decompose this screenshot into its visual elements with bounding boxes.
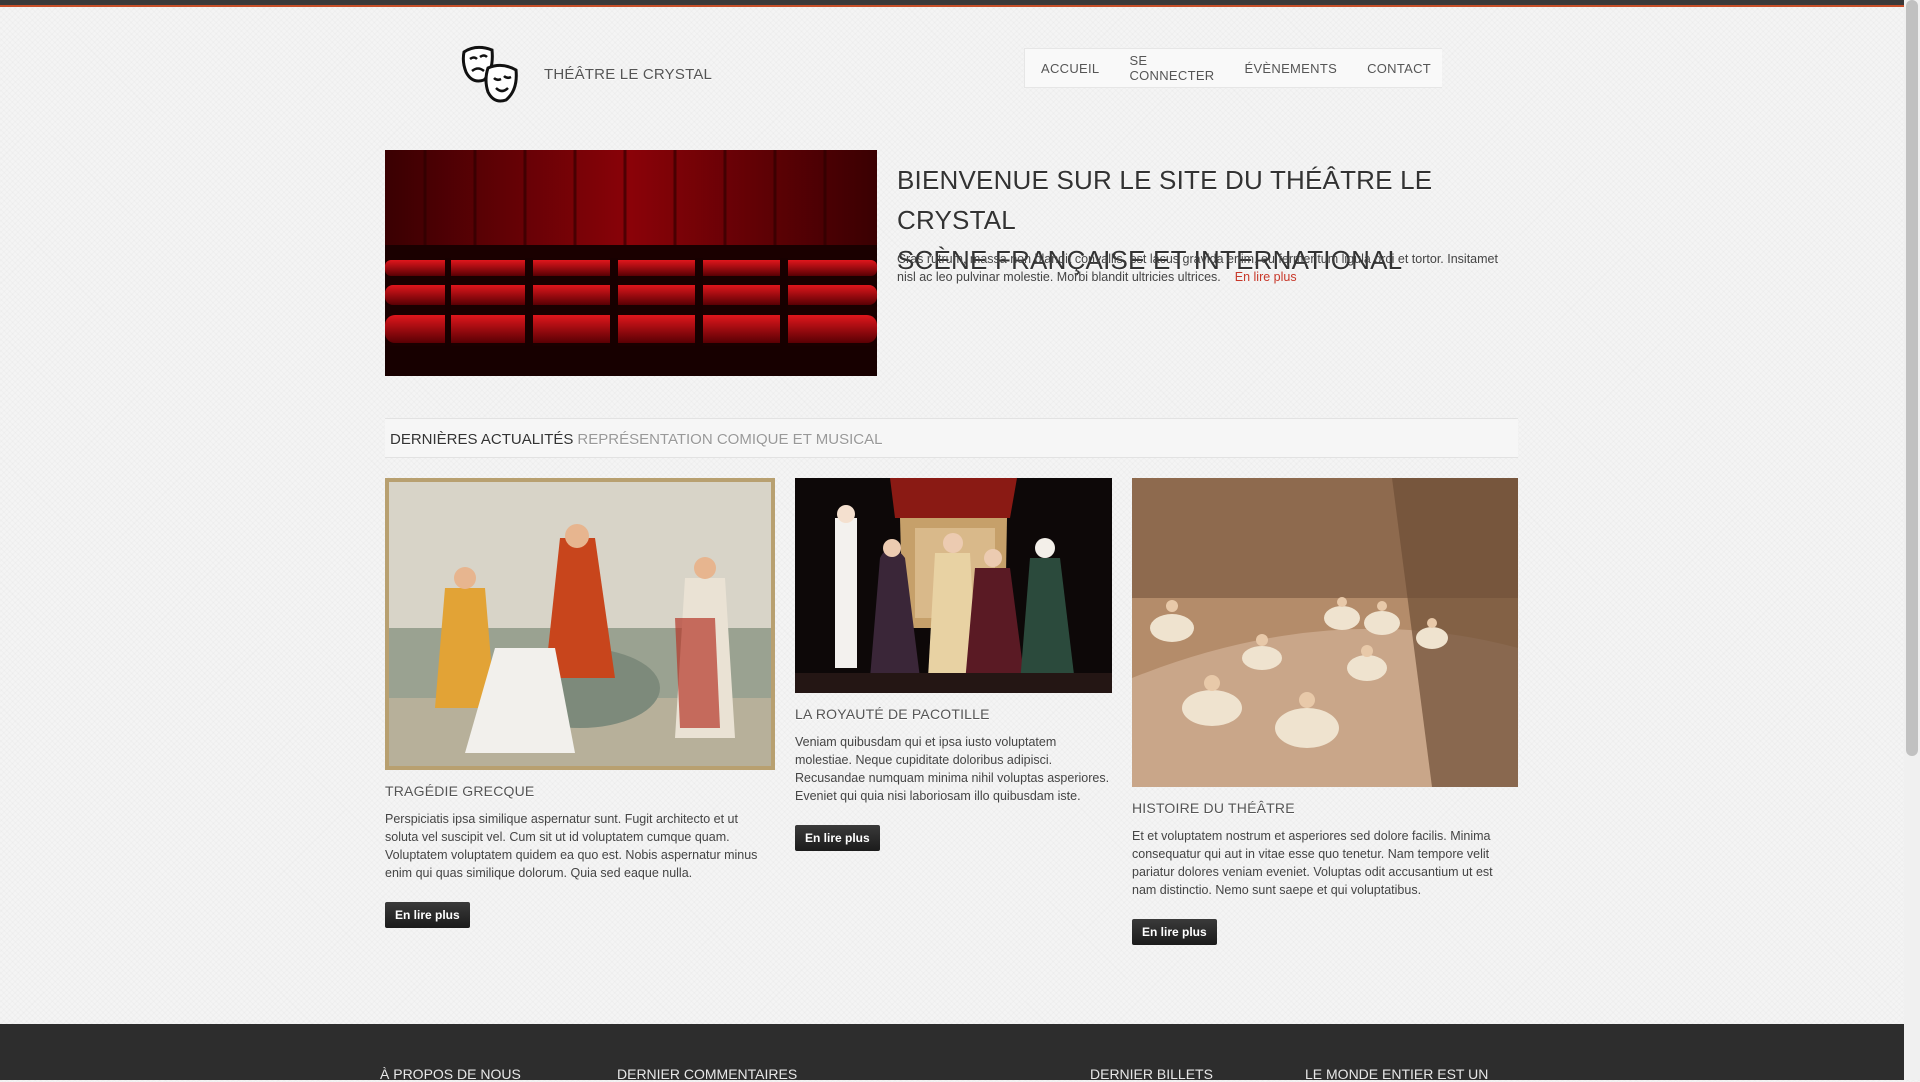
hero-text: Cras rutrum, massa non blandit convallis… <box>897 252 1498 284</box>
card-text-royaute-pacotille: Veniam quibusdam qui et ipsa iusto volup… <box>795 735 1110 803</box>
nav-item-accueil[interactable]: ACCUEIL <box>1041 61 1099 76</box>
nav-item-se-connecter[interactable]: SE CONNECTER <box>1129 53 1214 83</box>
section-heading-bar: DERNIÈRES ACTUALITÉS REPRÉSENTATION COMIQ… <box>385 418 1518 458</box>
site-name[interactable]: THÉÂTRE LE CRYSTAL <box>544 66 712 83</box>
card-text-histoire-theatre: Et et voluptatem nostrum et asperiores s… <box>1132 829 1493 897</box>
section-subtitle: REPRÉSENTATION COMIQUE ET MUSICAL <box>577 431 883 448</box>
card-title-histoire-theatre[interactable]: HISTOIRE DU THÉÂTRE <box>1132 800 1295 816</box>
card-image-royaute-pacotille[interactable] <box>795 478 1112 693</box>
card-read-more-button-1[interactable]: En lire plus <box>385 902 470 928</box>
nav-item-evenements[interactable]: ÉVÈNEMENTS <box>1244 61 1337 76</box>
theatre-masks-logo-icon[interactable] <box>458 44 530 112</box>
card-title-tragedie-grecque[interactable]: TRAGÉDIE GRECQUE <box>385 783 534 799</box>
card-image-greek-tragedy[interactable] <box>385 478 775 770</box>
nav-item-contact[interactable]: CONTACT <box>1367 61 1431 76</box>
footer: À PROPOS DE NOUS DERNIER COMMENTAIRES DE… <box>0 1024 1904 1082</box>
page: THÉÂTRE LE CRYSTAL ACCUEIL SE CONNECTER … <box>0 0 1904 1082</box>
card-read-more-button-3[interactable]: En lire plus <box>1132 919 1217 945</box>
hero-read-more-link[interactable]: En lire plus <box>1235 270 1297 284</box>
hero-image-theatre-seats <box>385 150 877 376</box>
hero-title-line-1: BIENVENUE SUR LE SITE DU THÉÂTRE LE CRYS… <box>897 165 1433 235</box>
card-image-histoire-theatre[interactable] <box>1132 478 1518 787</box>
section-heading: DERNIÈRES ACTUALITÉS REPRÉSENTATION COMIQ… <box>390 431 882 448</box>
top-accent-bar <box>0 0 1904 7</box>
card-read-more-button-2[interactable]: En lire plus <box>795 825 880 851</box>
main-nav: ACCUEIL SE CONNECTER ÉVÈNEMENTS CONTACT <box>1024 48 1442 88</box>
scrollbar-thumb[interactable] <box>1906 0 1918 756</box>
hero-paragraph: Cras rutrum, massa non blandit convallis… <box>897 250 1517 286</box>
card-title-royaute-pacotille[interactable]: LA ROYAUTÉ DE PACOTILLE <box>795 706 990 722</box>
section-title: DERNIÈRES ACTUALITÉS <box>390 431 574 448</box>
card-text-tragedie-grecque: Perspiciatis ipsa similique aspernatur s… <box>385 812 758 880</box>
